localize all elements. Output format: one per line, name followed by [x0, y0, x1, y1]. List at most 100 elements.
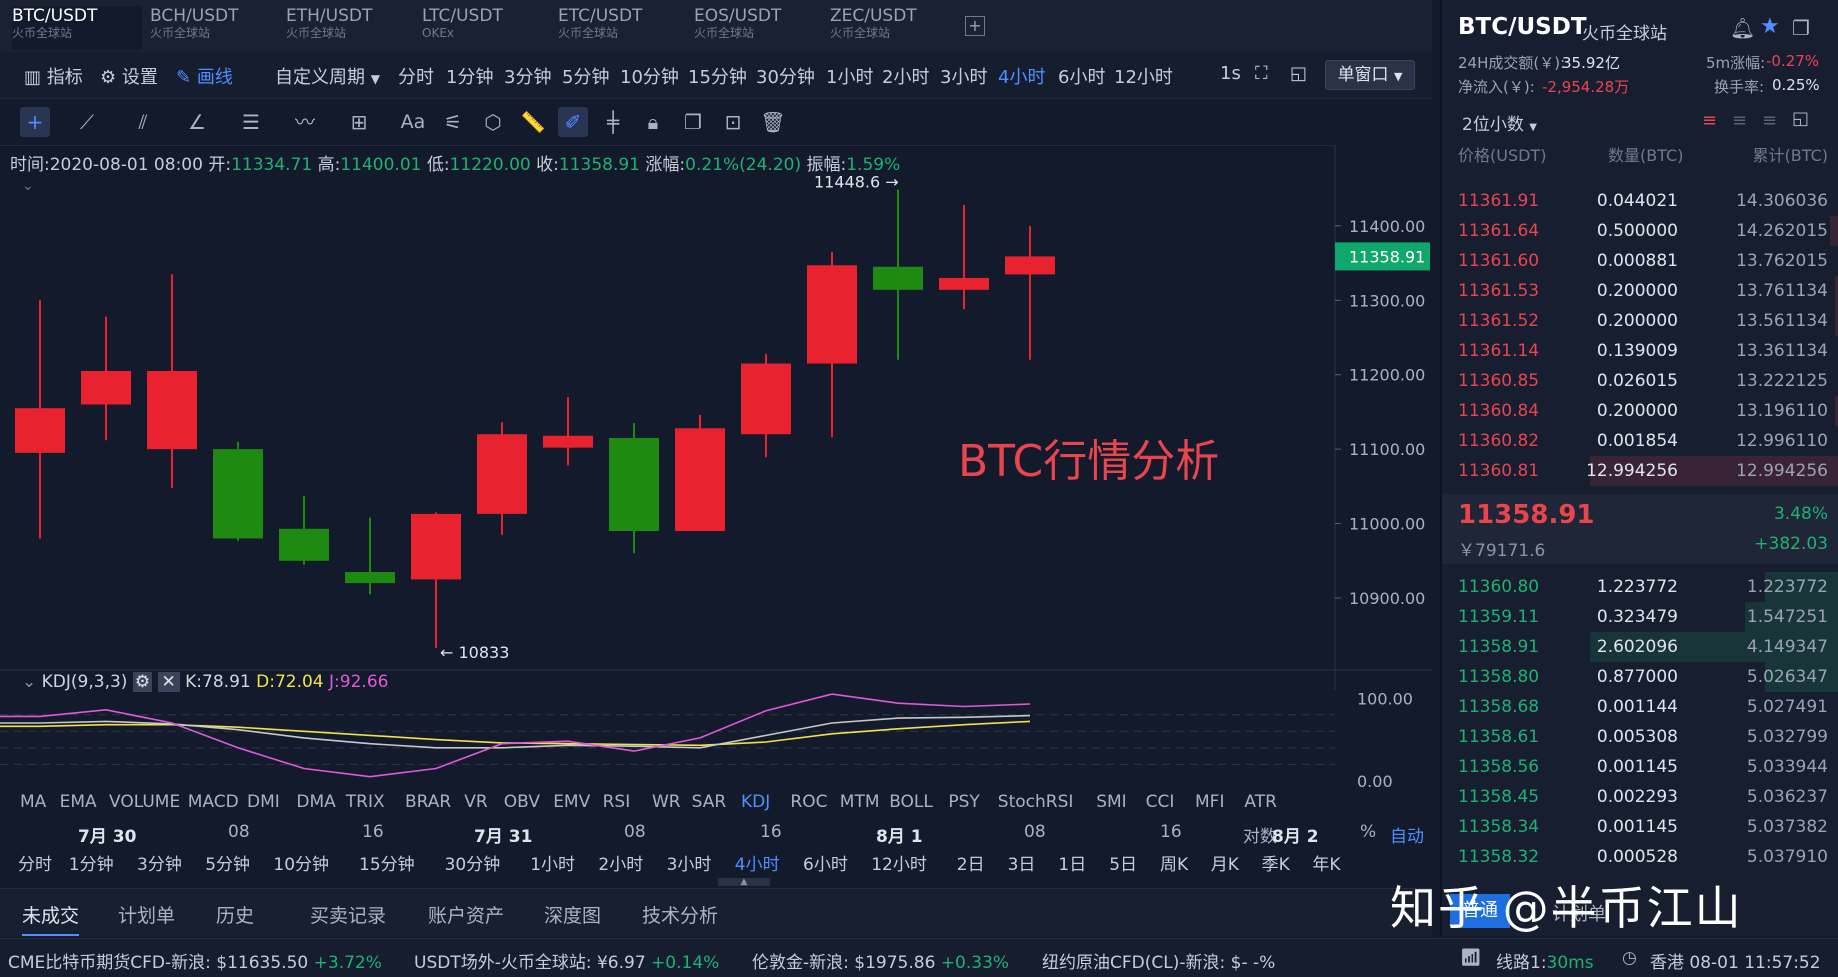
- indicator-trix[interactable]: TRIX: [346, 792, 385, 812]
- period-1[interactable]: 1分钟: [446, 63, 493, 89]
- period-12[interactable]: 12小时: [1114, 63, 1173, 89]
- bottom-tab-6[interactable]: 技术分析: [642, 901, 718, 928]
- trash-icon[interactable]: 🗑︎: [758, 107, 788, 137]
- close-icon[interactable]: ✕: [158, 672, 180, 692]
- tab-btc-usdt[interactable]: BTC/USDT火币全球站: [12, 6, 142, 50]
- period2-1分钟[interactable]: 1分钟: [69, 850, 114, 875]
- ask-row[interactable]: 11360.8112.99425612.994256: [1442, 456, 1838, 486]
- period2-4小时[interactable]: 4小时: [735, 850, 780, 875]
- panel-toggle-icon[interactable]: ▲: [718, 878, 770, 886]
- tab-etc-usdt[interactable]: ETC/USDT火币全球站: [558, 6, 688, 50]
- ticker-cme[interactable]: CME比特币期货CFD-新浪: $11635.50 +3.72%: [8, 948, 382, 973]
- pattern-icon[interactable]: ⚟: [438, 107, 468, 137]
- period2-分时[interactable]: 分时: [18, 850, 52, 875]
- indicator-button[interactable]: ▥ 指标: [24, 63, 83, 89]
- indicator-macd[interactable]: MACD: [188, 792, 239, 812]
- period2-5日[interactable]: 5日: [1109, 850, 1137, 875]
- collapse-chevron-icon[interactable]: ⌄: [22, 178, 34, 194]
- period2-2日[interactable]: 2日: [957, 850, 985, 875]
- fullscreen-icon[interactable]: ⛶: [1255, 63, 1268, 84]
- indicator-volume[interactable]: VOLUME: [109, 792, 180, 812]
- period-11[interactable]: 6小时: [1058, 63, 1105, 89]
- popout-icon[interactable]: ◱: [1290, 63, 1307, 84]
- trendline-icon[interactable]: ⟋: [72, 107, 102, 137]
- angle-icon[interactable]: ∠: [182, 107, 212, 137]
- wave-icon[interactable]: 〰: [290, 107, 320, 137]
- ask-row[interactable]: 11361.910.04402114.306036: [1442, 186, 1838, 216]
- settings-button[interactable]: ⚙ 设置: [100, 63, 158, 89]
- bottom-tab-4[interactable]: 账户资产: [428, 901, 504, 928]
- period-2[interactable]: 3分钟: [504, 63, 551, 89]
- period-7[interactable]: 1小时: [826, 63, 873, 89]
- connection-line[interactable]: 线路1:30ms: [1496, 948, 1594, 973]
- chevron-down-icon[interactable]: ⌄: [22, 672, 36, 692]
- lock-icon[interactable]: 🔒︎: [638, 107, 668, 137]
- period2-周K[interactable]: 周K: [1160, 850, 1188, 875]
- period2-1小时[interactable]: 1小时: [530, 850, 575, 875]
- window-mode-dropdown[interactable]: 单窗口 ▼: [1325, 60, 1415, 90]
- indicator-smi[interactable]: SMI: [1096, 792, 1126, 812]
- crosshair-icon[interactable]: +: [20, 107, 50, 137]
- tab-ltc-usdt[interactable]: LTC/USDTOKEx: [422, 6, 552, 50]
- indicator-sar[interactable]: SAR: [692, 792, 727, 812]
- period2-年K[interactable]: 年K: [1312, 850, 1340, 875]
- period-8[interactable]: 2小时: [882, 63, 929, 89]
- bid-row[interactable]: 11358.320.0005285.037910: [1442, 842, 1838, 872]
- bottom-tab-5[interactable]: 深度图: [544, 901, 601, 928]
- frame-icon[interactable]: ⊞: [344, 107, 374, 137]
- bid-row[interactable]: 11358.800.8770005.026347: [1442, 662, 1838, 692]
- period2-5分钟[interactable]: 5分钟: [205, 850, 250, 875]
- period-6[interactable]: 30分钟: [756, 63, 815, 89]
- indicator-dma[interactable]: DMA: [296, 792, 335, 812]
- indicator-dmi[interactable]: DMI: [247, 792, 280, 812]
- indicator-wr[interactable]: WR: [652, 792, 681, 812]
- bid-row[interactable]: 11360.801.2237721.223772: [1442, 572, 1838, 602]
- indicator-ma[interactable]: MA: [20, 792, 46, 812]
- ask-row[interactable]: 11361.600.00088113.762015: [1442, 246, 1838, 276]
- period-3[interactable]: 5分钟: [562, 63, 609, 89]
- tab-eos-usdt[interactable]: EOS/USDT火币全球站: [694, 6, 824, 50]
- bottom-tab-1[interactable]: 计划单: [118, 901, 175, 928]
- indicator-mtm[interactable]: MTM: [840, 792, 880, 812]
- bid-row[interactable]: 11359.110.3234791.547251: [1442, 602, 1838, 632]
- horizontal-lines-icon[interactable]: ☰: [236, 107, 266, 137]
- indicator-kdj[interactable]: KDJ: [741, 792, 770, 812]
- copy-icon[interactable]: ❐: [1792, 16, 1810, 40]
- period2-15分钟[interactable]: 15分钟: [359, 850, 415, 875]
- bell-icon[interactable]: 🔔︎: [1730, 16, 1755, 40]
- period2-月K[interactable]: 月K: [1211, 850, 1239, 875]
- bottom-tab-0[interactable]: 未成交: [22, 901, 79, 936]
- bid-row[interactable]: 11358.450.0022935.036237: [1442, 782, 1838, 812]
- screenshot-icon[interactable]: ⊡: [718, 107, 748, 137]
- book-layout-bids-icon[interactable]: ≡: [1732, 110, 1747, 131]
- bid-row[interactable]: 11358.610.0053085.032799: [1442, 722, 1838, 752]
- decimals-dropdown[interactable]: 2位小数 ▼: [1462, 110, 1537, 135]
- period2-10分钟[interactable]: 10分钟: [273, 850, 329, 875]
- shape-icon[interactable]: ⬡: [478, 107, 508, 137]
- indicator-rsi[interactable]: RSI: [603, 792, 631, 812]
- book-layout-both-icon[interactable]: ≡: [1702, 110, 1717, 131]
- candle-tool-icon[interactable]: ╪: [598, 107, 628, 137]
- ask-row[interactable]: 11360.840.20000013.196110: [1442, 396, 1838, 426]
- ask-row[interactable]: 11360.850.02601513.222125: [1442, 366, 1838, 396]
- add-tab-button[interactable]: +: [965, 16, 985, 36]
- text-tool[interactable]: Aa: [398, 107, 428, 137]
- ruler-icon[interactable]: 📏: [518, 107, 548, 137]
- custom-period-dropdown[interactable]: 自定义周期 ▼: [275, 63, 380, 89]
- ask-row[interactable]: 11361.530.20000013.761134: [1442, 276, 1838, 306]
- indicator-vr[interactable]: VR: [464, 792, 487, 812]
- period2-1日[interactable]: 1日: [1058, 850, 1086, 875]
- tab-bch-usdt[interactable]: BCH/USDT火币全球站: [150, 6, 280, 50]
- ask-row[interactable]: 11361.140.13900913.361134: [1442, 336, 1838, 366]
- draw-button[interactable]: ✎ 画线: [176, 63, 233, 89]
- indicator-atr[interactable]: ATR: [1244, 792, 1277, 812]
- bid-row[interactable]: 11358.340.0011455.037382: [1442, 812, 1838, 842]
- bid-row[interactable]: 11358.912.6020964.149347: [1442, 632, 1838, 662]
- popout-icon[interactable]: ◱: [1792, 108, 1809, 129]
- ask-row[interactable]: 11361.520.20000013.561134: [1442, 306, 1838, 336]
- period2-季K[interactable]: 季K: [1262, 850, 1290, 875]
- ask-row[interactable]: 11360.820.00185412.996110: [1442, 426, 1838, 456]
- bottom-tab-2[interactable]: 历史: [216, 901, 254, 928]
- period-0[interactable]: 分时: [398, 63, 434, 89]
- indicator-psy[interactable]: PSY: [948, 792, 979, 812]
